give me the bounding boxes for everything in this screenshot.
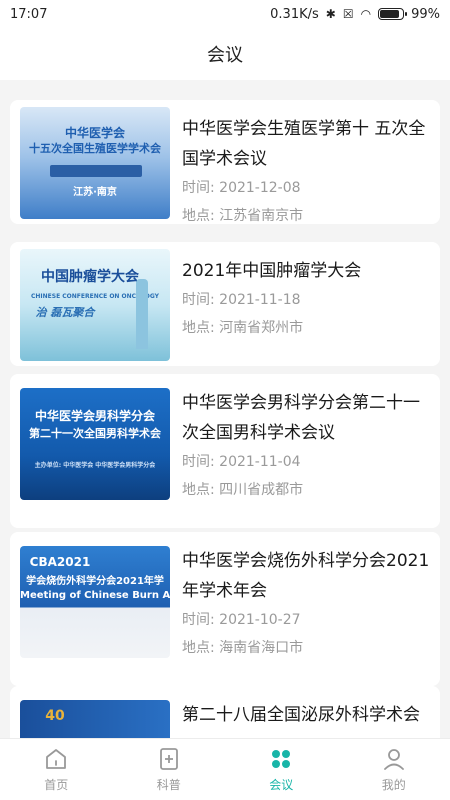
meeting-thumbnail: 中华医学会 十五次全国生殖医学学术会 江苏·南京 (20, 107, 170, 219)
meeting-info: 中华医学会男科学分会第二十一次全国男科学术会议 时间: 2021-11-04 地… (182, 388, 430, 514)
meeting-info: 中华医学会生殖医学第十 五次全国学术会议 时间: 2021-12-08 地点: … (182, 114, 430, 224)
thumb-tower (136, 279, 148, 349)
meeting-place: 地点: 海南省海口市 (182, 640, 304, 656)
tab-science-label: 科普 (156, 778, 181, 792)
tab-meeting[interactable]: 会议 (225, 739, 338, 800)
thumb-line2: 十五次全国生殖医学学术会 (29, 142, 161, 155)
meeting-thumbnail: 中华医学会男科学分会 第二十一次全国男科学术会 主办单位: 中华医学会 中华医学… (20, 388, 170, 500)
bluetooth-icon: ✱ (325, 7, 336, 21)
status-time: 17:07 (10, 6, 48, 22)
tab-meeting-label: 会议 (269, 778, 294, 792)
meeting-thumbnail: 中国肿瘤学大会 CHINESE CONFERENCE ON ONCOLOGY 治… (20, 249, 170, 361)
wifi-icon: ◠ (360, 7, 372, 21)
page-title: 会议 (207, 45, 243, 66)
meeting-title: 2021年中国肿瘤学大会 (182, 261, 362, 281)
status-bar: 17:07 0.31K/s ✱ ☒ ◠ 99% (0, 0, 450, 28)
meeting-time: 时间: 2021-11-04 (182, 454, 301, 470)
thumb-line1: 中华医学会 (64, 126, 125, 140)
tab-profile[interactable]: 我的 (338, 739, 450, 800)
science-icon (159, 748, 178, 770)
meeting-time: 时间: 2021-10-27 (182, 612, 301, 628)
thumb-line3: 主办单位: 中华医学会 中华医学会男科学分会 (34, 462, 156, 469)
meeting-place: 地点: 江苏省南京市 (182, 208, 304, 224)
battery-icon (378, 8, 408, 20)
thumb-line1: CBA2021 (29, 555, 91, 569)
network-speed: 0.31K/s (270, 6, 319, 22)
meeting-time: 时间: 2021-11-18 (182, 292, 301, 308)
meeting-place: 地点: 河南省郑州市 (182, 320, 304, 336)
tab-home-label: 首页 (44, 778, 69, 792)
tab-science[interactable]: 科普 (113, 739, 226, 800)
thumb-banner (50, 165, 142, 177)
battery-level: 99% (411, 6, 440, 22)
meeting-card[interactable]: CBA2021 学会烧伤外科学分会2021年学 Meeting of Chine… (10, 532, 440, 686)
status-icons: 0.31K/s ✱ ☒ ◠ 99% (270, 7, 440, 22)
meeting-place: 地点: 四川省成都市 (182, 482, 304, 498)
bottom-tab-bar: 首页 科普 会议 我的 (0, 738, 450, 800)
meeting-thumbnail: 40 (20, 700, 170, 738)
meeting-info: 中华医学会烧伤外科学分会2021年学术年会 时间: 2021-10-27 地点:… (182, 546, 430, 672)
meeting-list[interactable]: 中华医学会 十五次全国生殖医学学术会 江苏·南京 中华医学会生殖医学第十 五次全… (0, 80, 450, 738)
sim-icon: ☒ (342, 7, 354, 21)
meeting-time: 时间: 2021-12-08 (182, 180, 301, 196)
meeting-card[interactable]: 40 第二十八届全国泌尿外科学术会 (10, 686, 440, 738)
meeting-title: 中华医学会男科学分会第二十一次全国男科学术会议 (182, 393, 420, 443)
tab-profile-label: 我的 (381, 778, 406, 792)
meeting-card[interactable]: 中华医学会男科学分会 第二十一次全国男科学术会 主办单位: 中华医学会 中华医学… (10, 374, 440, 528)
tab-home[interactable]: 首页 (0, 739, 113, 800)
thumb-line1: 40 (45, 708, 65, 724)
meeting-title: 中华医学会烧伤外科学分会2021年学术年会 (182, 551, 430, 601)
meeting-icon (272, 750, 291, 768)
profile-icon (383, 749, 404, 770)
header: 会议 (0, 28, 450, 80)
thumb-line3: Meeting of Chinese Burn Associa (20, 590, 170, 601)
meeting-info: 2021年中国肿瘤学大会 时间: 2021-11-18 地点: 河南省郑州市 (182, 256, 430, 352)
thumb-line3: 江苏·南京 (73, 187, 117, 198)
meeting-thumbnail: CBA2021 学会烧伤外科学分会2021年学 Meeting of Chine… (20, 546, 170, 658)
meeting-card[interactable]: 中华医学会 十五次全国生殖医学学术会 江苏·南京 中华医学会生殖医学第十 五次全… (10, 100, 440, 224)
meeting-info: 第二十八届全国泌尿外科学术会 (182, 700, 430, 738)
meeting-title: 第二十八届全国泌尿外科学术会 (182, 705, 420, 725)
meeting-title: 中华医学会生殖医学第十 五次全国学术会议 (182, 119, 426, 169)
thumb-line2: 第二十一次全国男科学术会 (29, 427, 161, 440)
thumb-line1: 中华医学会男科学分会 (34, 409, 155, 423)
meeting-card[interactable]: 中国肿瘤学大会 CHINESE CONFERENCE ON ONCOLOGY 治… (10, 242, 440, 366)
home-icon (46, 749, 67, 769)
